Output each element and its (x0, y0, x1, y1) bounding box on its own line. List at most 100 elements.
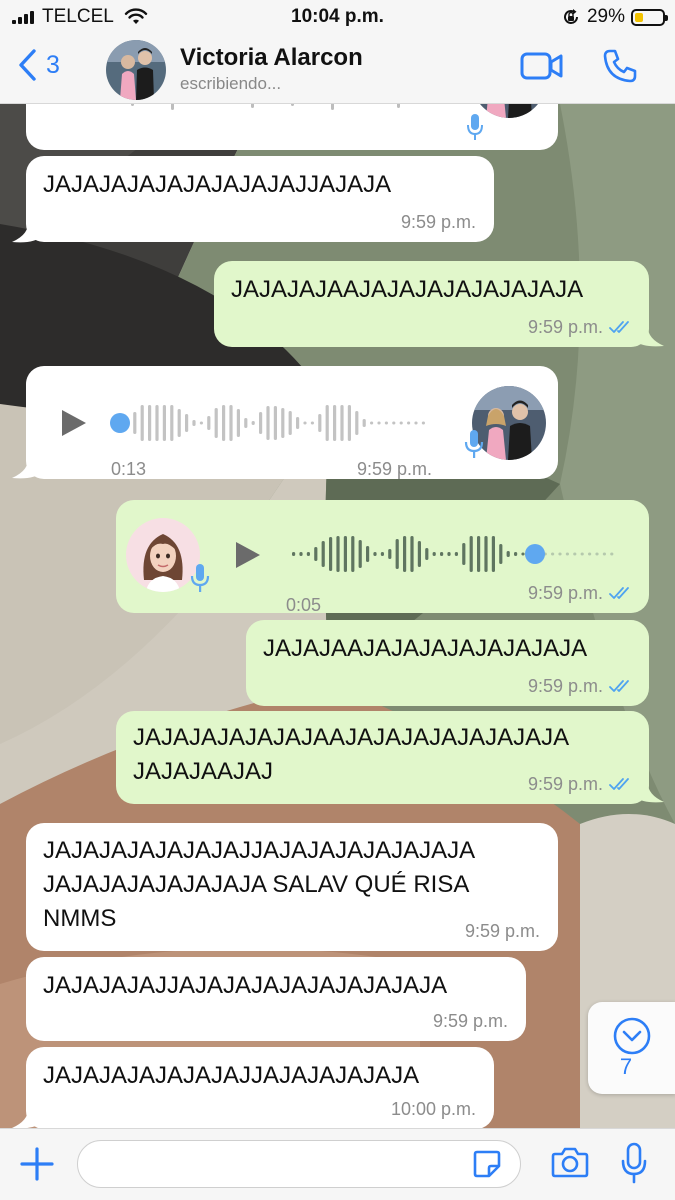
waveform-bar (477, 536, 481, 572)
microphone-icon (467, 114, 483, 140)
waveform-bar (580, 552, 584, 556)
message-bubble-incoming-voice[interactable]: 0:46 9:58 p.m. (26, 104, 558, 175)
message-text: JAJAJAJAJAJAJAAJAJAJAJAJAJAJAJA JAJAJAAJ… (133, 724, 570, 785)
waveform-bar (417, 541, 421, 567)
video-call-button[interactable] (520, 50, 564, 87)
waveform-bar (288, 411, 292, 435)
message-time: 9:59 p.m. (464, 921, 540, 941)
waveform-bar (432, 552, 436, 556)
waveform-bar (343, 536, 347, 572)
waveform-bar (314, 547, 318, 561)
waveform-bar (333, 405, 337, 441)
voice-duration: 0:05 (286, 595, 322, 615)
waveform-bar (170, 405, 174, 441)
camera-button[interactable] (551, 1145, 589, 1184)
playback-scrubber[interactable] (525, 544, 545, 564)
waveform-bar (506, 551, 510, 557)
attach-button[interactable] (18, 1145, 56, 1188)
waveform-bar (351, 536, 355, 572)
plus-icon (20, 1147, 54, 1181)
message-text: JAJAJAJAJAJAJAJJAJAJAJAJAJA (43, 1062, 420, 1089)
waveform-bar (214, 408, 218, 438)
message-bubble-outgoing[interactable]: JAJAJAAJAJAJAJAJAJAJAJA 9:59 p.m. (246, 620, 649, 706)
message-time: 9:59 p.m. (527, 774, 603, 794)
double-check-icon (609, 680, 629, 692)
play-icon[interactable] (234, 540, 262, 570)
waveform-bar (366, 546, 370, 562)
waveform-bar (336, 536, 340, 572)
waveform-bar (303, 421, 307, 425)
battery-percent: 29% (586, 6, 625, 27)
waveform-bar (380, 552, 384, 556)
waveform-bar (595, 552, 599, 556)
message-bubble-outgoing-voice[interactable]: 0:05 9:59 p.m. (116, 500, 649, 615)
message-input[interactable] (77, 1140, 521, 1188)
message-time: 9:59 p.m. (400, 212, 476, 232)
waveform-bar (162, 405, 166, 441)
back-button[interactable]: 3 (18, 48, 60, 82)
waveform-bar (588, 552, 592, 556)
typing-status: escribiendo... (180, 74, 282, 93)
waveform-bar (421, 421, 425, 425)
waveform-bar (362, 419, 366, 427)
message-bubble-incoming[interactable]: JAJAJAJAJAJAJAJJAJAJAJAJAJAJAJA JAJAJAJA… (26, 823, 558, 951)
message-bubble-incoming[interactable]: JAJAJAJAJAJAJAJJAJAJAJAJAJA 10:00 p.m. (26, 1047, 494, 1128)
waveform-bar (484, 536, 488, 572)
waveform-bar (573, 552, 577, 556)
contact-avatar[interactable] (106, 40, 166, 100)
waveform-bar (388, 549, 392, 559)
waveform-bar (140, 405, 144, 441)
unread-messages-count: 7 (619, 1054, 633, 1079)
waveform-bar (281, 408, 285, 438)
audio-waveform[interactable] (109, 402, 439, 444)
waveform-bar (469, 536, 473, 572)
orientation-lock-icon (564, 9, 578, 24)
message-text: JAJAJAAJAJAJAJAJAJAJAJA (263, 635, 588, 662)
message-time: 9:59 p.m. (527, 317, 603, 337)
audio-waveform[interactable] (290, 533, 624, 575)
play-icon[interactable] (60, 408, 88, 438)
chevron-left-icon (19, 49, 36, 81)
message-time: 9:59 p.m. (432, 1011, 508, 1031)
waveform-bar (499, 544, 503, 564)
waveform-bar (403, 536, 407, 572)
waveform-bar (491, 536, 495, 572)
waveform-bar (610, 552, 614, 556)
waveform-bar (318, 414, 322, 432)
contact-name[interactable]: Victoria Alarcon (180, 44, 363, 72)
double-check-icon (609, 778, 629, 790)
scroll-to-bottom-button[interactable]: 7 (588, 1002, 675, 1094)
waveform-bar (514, 552, 518, 556)
video-camera-icon (520, 52, 563, 80)
my-avatar (126, 518, 200, 592)
waveform-bar (199, 421, 203, 425)
voice-record-button[interactable] (620, 1141, 648, 1190)
waveform-bar (329, 537, 333, 571)
double-check-icon (609, 321, 629, 333)
waveform-bar (373, 552, 377, 556)
waveform-bar (454, 552, 458, 556)
waveform-bar (155, 405, 159, 441)
microphone-icon (621, 1142, 647, 1184)
waveform-bar (395, 539, 399, 569)
message-time: 9:59 p.m. (527, 676, 603, 696)
message-bubble-incoming[interactable]: JAJAJAJAJAJAJAJAJAJJAJAJA 9:59 p.m. (26, 156, 494, 242)
phone-icon (603, 49, 637, 83)
waveform-bar (325, 405, 329, 441)
waveform-bar (414, 421, 418, 425)
message-bubble-outgoing[interactable]: JAJAJAJAJAJAJAAJAJAJAJAJAJAJAJA JAJAJAAJ… (116, 711, 649, 804)
message-bubble-incoming-voice[interactable]: 0:13 9:59 p.m. (26, 366, 558, 479)
chevron-down-circle-icon (613, 1017, 651, 1055)
battery-level (635, 12, 643, 22)
unread-chats-count: 3 (46, 50, 60, 79)
waveform-bar (310, 421, 314, 425)
message-time: 9:59 p.m. (527, 583, 603, 603)
playback-scrubber[interactable] (110, 413, 130, 433)
waveform-bar (266, 406, 270, 440)
waveform-bar (340, 405, 344, 441)
sticker-button[interactable] (472, 1149, 502, 1184)
message-list[interactable]: 0:46 9:58 p.m. JAJAJAJAJAJAJAJAJAJJAJAJA… (0, 104, 675, 1128)
message-bubble-incoming[interactable]: JAJAJAJAJJAJAJAJAJAJAJAJAJAJA 9:59 p.m. (26, 957, 526, 1041)
message-bubble-outgoing[interactable]: JAJAJAJAAJAJAJAJAJAJAJAJA 9:59 p.m. (214, 261, 649, 347)
voice-call-button[interactable] (602, 48, 638, 89)
